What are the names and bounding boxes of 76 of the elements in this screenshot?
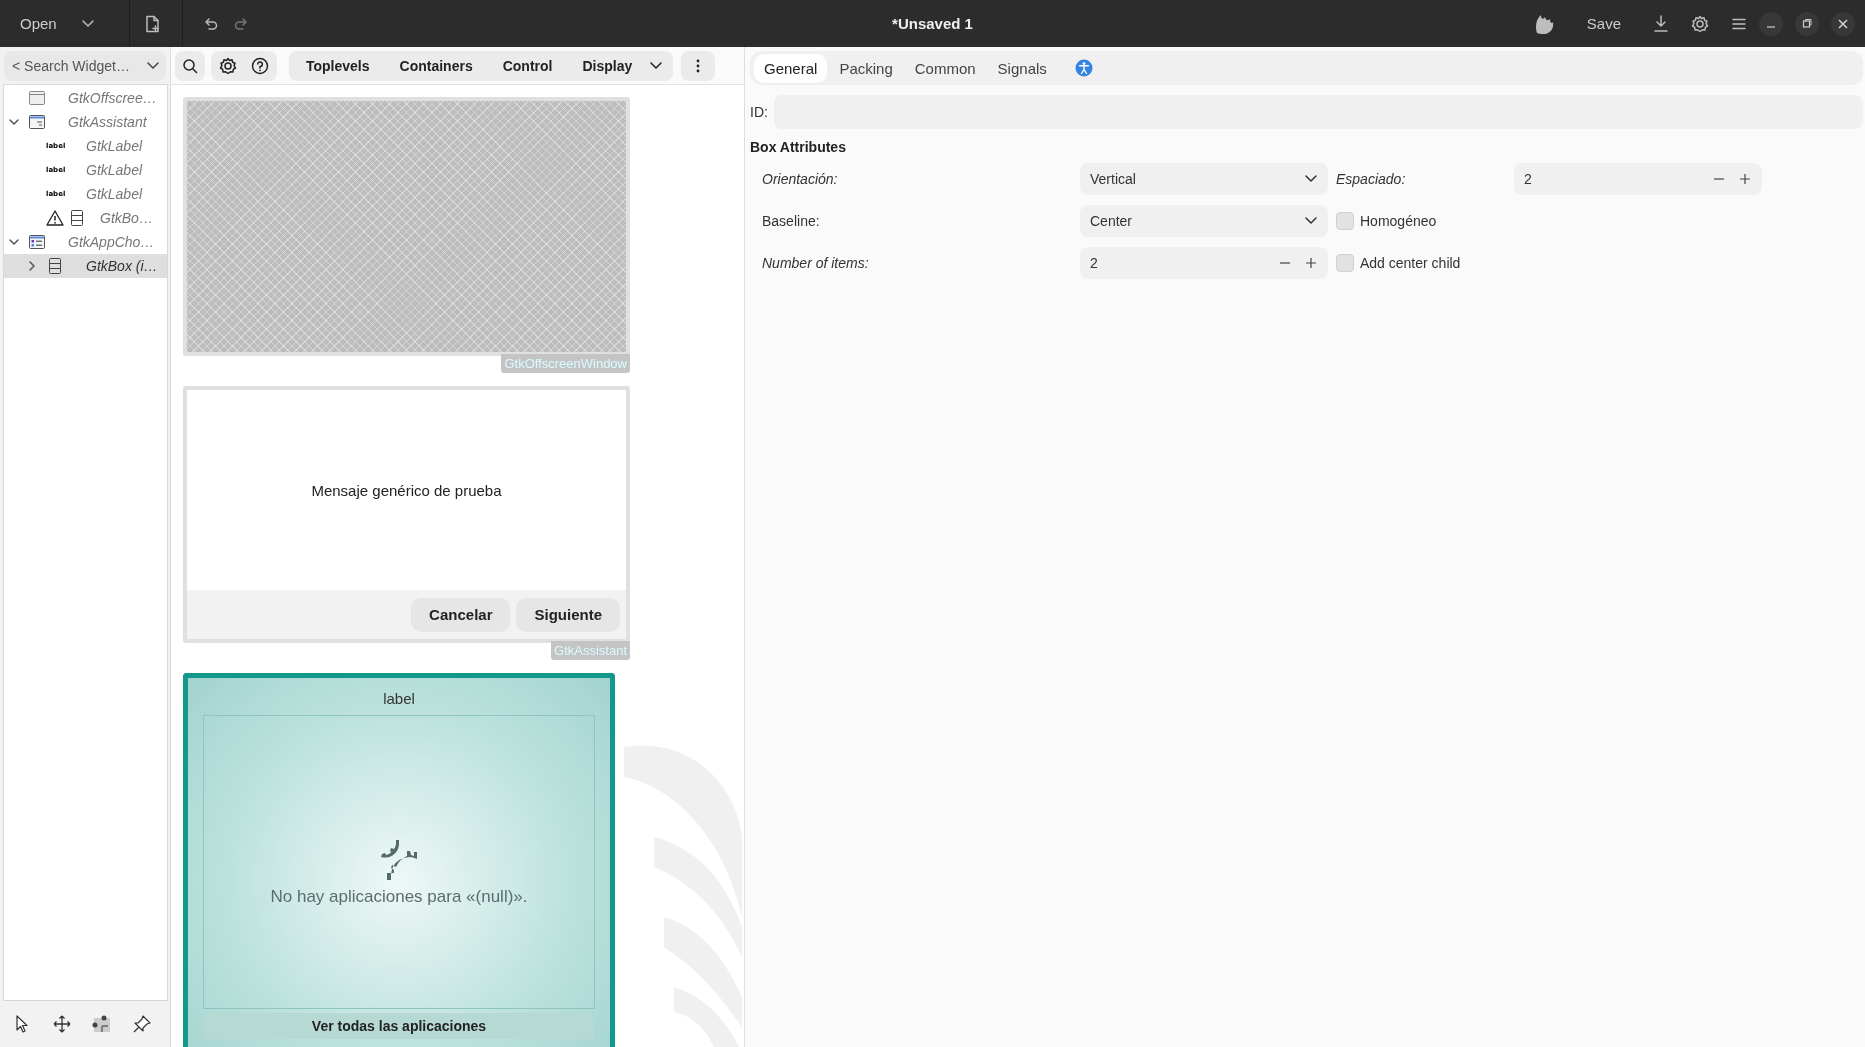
tree-item-label: GtkLabel xyxy=(86,162,143,178)
box-widget-icon xyxy=(68,209,86,227)
category-button[interactable]: Display xyxy=(569,53,646,78)
layout-icon[interactable] xyxy=(92,1014,112,1034)
checkbox-label: Homogéneo xyxy=(1360,213,1437,229)
tree-item-label: GtkAssistant xyxy=(68,114,147,130)
assistant-window[interactable]: Mensaje genérico de prueba Cancelar Siguiente xyxy=(183,386,630,643)
more-icon[interactable] xyxy=(696,58,701,73)
tree-item-label: GtkAppCho… xyxy=(68,234,155,250)
tab[interactable]: General xyxy=(754,53,828,83)
category-button[interactable]: Toplevels xyxy=(293,53,383,78)
help-icon[interactable] xyxy=(251,56,269,75)
spin-field[interactable]: 2 xyxy=(1514,163,1762,195)
checkbox[interactable] xyxy=(1336,254,1354,272)
move-icon[interactable] xyxy=(52,1014,72,1034)
window-widget-icon xyxy=(28,89,46,107)
field-label: ID: xyxy=(750,104,768,120)
tree-item[interactable]: GtkAssistant xyxy=(4,110,167,134)
tree-item-label: GtkLabel xyxy=(86,186,143,202)
assistant-button[interactable]: Cancelar xyxy=(411,597,511,632)
section-heading: Box Attributes xyxy=(750,139,847,155)
open-button[interactable]: Open xyxy=(10,9,67,38)
tab[interactable]: Common xyxy=(904,53,986,83)
download-icon[interactable] xyxy=(1653,14,1669,33)
maximize-icon[interactable] xyxy=(1795,11,1819,36)
tab[interactable]: Packing xyxy=(829,53,903,83)
field-label: Number of items: xyxy=(762,255,870,271)
app-chooser-widget-icon xyxy=(28,233,46,251)
app-chooser-window[interactable]: label No hay aplicaciones para «(null)». Ver todas las aplicaciones xyxy=(183,673,615,1047)
dropdown[interactable]: Vertical xyxy=(1080,163,1328,195)
widget-caption: GtkOffscreenWindow xyxy=(501,354,630,373)
accessibility-icon[interactable] xyxy=(1074,59,1093,77)
chevron-down-icon[interactable] xyxy=(8,116,20,128)
save-button[interactable]: Save xyxy=(1576,9,1631,38)
tree-item-label: GtkBo… xyxy=(100,210,153,226)
pin-icon[interactable] xyxy=(132,1014,152,1034)
checkbox-label: Add center child xyxy=(1360,255,1461,271)
field-label: Orientación: xyxy=(762,171,839,187)
new-file-icon[interactable] xyxy=(143,14,162,33)
tree-item[interactable]: GtkBo… xyxy=(4,206,167,230)
view-all-button[interactable]: Ver todas las aplicaciones xyxy=(204,1013,594,1039)
empty-state-message: No hay aplicaciones para «(null)». xyxy=(270,887,528,907)
settings-icon[interactable] xyxy=(1691,14,1709,33)
tree-item[interactable]: GtkAppCho… xyxy=(4,230,167,254)
category-button[interactable]: Containers xyxy=(386,53,486,78)
undo-icon[interactable] xyxy=(202,15,219,32)
dropdown[interactable]: Center xyxy=(1080,205,1328,237)
plus-icon[interactable] xyxy=(1738,172,1752,186)
field-label: Espaciado: xyxy=(1336,171,1407,187)
search-icon[interactable] xyxy=(182,57,198,74)
search-field[interactable]: < Search Widget… xyxy=(4,51,166,81)
minimize-icon[interactable] xyxy=(1759,11,1783,36)
search-button[interactable] xyxy=(175,50,205,81)
tree-item-label: GtkLabel xyxy=(86,138,143,154)
close-icon[interactable] xyxy=(1831,11,1855,36)
assistant-message: Mensaje genérico de prueba xyxy=(311,481,502,499)
chevron-right-icon[interactable] xyxy=(26,260,38,272)
window-title: *Unsaved 1 xyxy=(892,15,973,32)
box-widget-icon xyxy=(46,257,64,275)
chevron-down-icon[interactable] xyxy=(8,236,20,248)
checkbox[interactable] xyxy=(1336,212,1354,230)
spin-field[interactable]: 2 xyxy=(1080,247,1328,279)
field-label: Baseline: xyxy=(762,213,821,229)
plus-icon[interactable] xyxy=(1304,256,1318,270)
settings-icon[interactable] xyxy=(219,56,237,75)
tree-item-label: GtkBox (i… xyxy=(86,258,158,274)
category-button[interactable]: Control xyxy=(489,53,566,78)
widget-caption: GtkAssistant xyxy=(551,641,630,660)
tree-item[interactable]: GtkOffscree… xyxy=(4,86,167,110)
tree-item-label: GtkOffscree… xyxy=(68,90,157,106)
window-title: label xyxy=(383,690,415,707)
redo-icon[interactable] xyxy=(232,15,249,32)
tree-item[interactable]: GtkBox (i… xyxy=(4,254,167,278)
tab[interactable]: Signals xyxy=(987,53,1057,83)
assistant-button[interactable]: Siguiente xyxy=(516,597,620,632)
assistant-widget-icon xyxy=(28,113,46,131)
